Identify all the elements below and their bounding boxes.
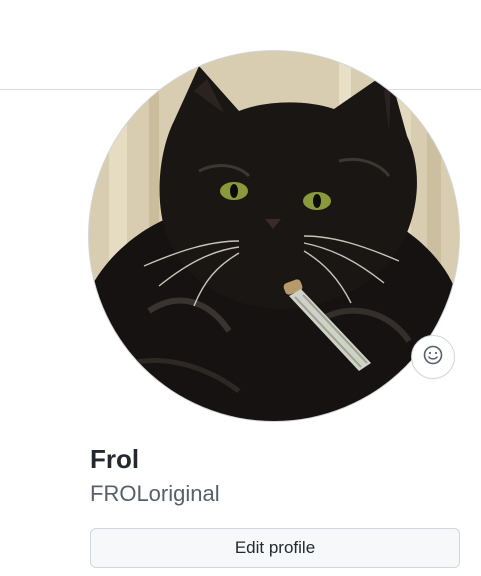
avatar[interactable] (89, 51, 459, 421)
smiley-icon (423, 345, 443, 370)
set-status-button[interactable] (411, 335, 455, 379)
profile-sidebar: Frol FROLoriginal Edit profile (0, 0, 481, 576)
profile-display-name: Frol (90, 444, 140, 474)
avatar-container (89, 51, 459, 421)
edit-profile-button[interactable]: Edit profile (90, 528, 460, 568)
profile-username: FROLoriginal (90, 481, 220, 506)
